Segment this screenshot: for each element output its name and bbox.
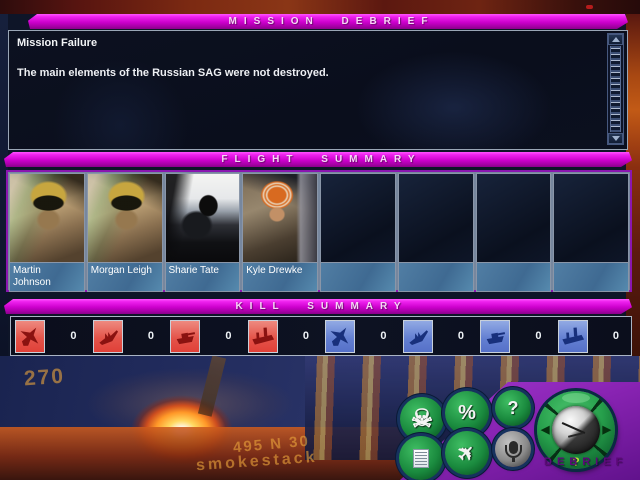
kill-count: 0 <box>303 330 309 342</box>
friendly-vehicle-icon <box>480 320 510 353</box>
pilot-name <box>476 263 552 292</box>
pilot-slot-7 <box>476 173 552 292</box>
flight-summary-title: FLIGHT SUMMARY <box>214 154 421 165</box>
kill-summary-title: KILL SUMMARY <box>228 301 407 312</box>
kill-item-friendly-vehicle: 0 <box>476 317 554 355</box>
question-icon: ? <box>508 398 519 419</box>
screen-name-label: DEBRIEF <box>544 456 640 468</box>
pilot-slot-1[interactable]: Martin Johnson <box>9 173 85 292</box>
flight-summary-panel: Martin Johnson Morgan Leigh Sharie Tate … <box>6 170 632 292</box>
scroll-up-button[interactable] <box>608 34 623 45</box>
pilot-slot-2[interactable]: Morgan Leigh <box>87 173 163 292</box>
scrollbar-track[interactable] <box>610 46 621 132</box>
scroll-down-button[interactable] <box>608 133 623 144</box>
dial-next-arrow-icon[interactable]: ▶ <box>603 423 611 436</box>
globe-icon <box>552 406 600 454</box>
dial-highlight <box>562 393 590 403</box>
empty-portrait <box>398 173 474 263</box>
mission-result-panel: Mission Failure The main elements of the… <box>8 30 628 150</box>
kill-item-enemy-aircraft: 0 <box>11 317 89 355</box>
kill-count: 0 <box>148 330 154 342</box>
pilot-slot-8 <box>553 173 629 292</box>
kill-item-friendly-aircraft: 0 <box>321 317 399 355</box>
dial-previous-arrow-icon[interactable]: ◀ <box>541 423 549 436</box>
report-button[interactable] <box>399 436 443 480</box>
document-icon <box>413 449 429 468</box>
kill-summary-strip: 0 0 0 0 0 <box>10 316 632 356</box>
pilot-name: Morgan Leigh <box>87 263 163 292</box>
skull-icon: ☠ <box>411 404 433 434</box>
pilot-name <box>398 263 474 292</box>
kill-count: 0 <box>380 330 386 342</box>
arrow-down-icon <box>612 136 620 141</box>
kill-item-enemy-ship: 0 <box>89 317 167 355</box>
pilot-name: Sharie Tate <box>165 263 241 292</box>
empty-portrait <box>553 173 629 263</box>
pilot-slot-3[interactable]: Sharie Tate <box>165 173 241 292</box>
enemy-structure-icon <box>248 320 278 353</box>
flight-summary-title-bar: FLIGHT SUMMARY <box>4 152 632 167</box>
pilot-portrait <box>242 173 318 263</box>
kill-item-enemy-vehicle: 0 <box>166 317 244 355</box>
airplane-icon: ✈ <box>452 438 482 468</box>
enemy-aircraft-icon <box>15 320 45 353</box>
kill-count: 0 <box>70 330 76 342</box>
debrief-scrollbar[interactable] <box>607 33 624 145</box>
friendly-structure-icon <box>558 320 588 353</box>
pilot-grid: Martin Johnson Morgan Leigh Sharie Tate … <box>9 173 629 289</box>
pilot-portrait <box>9 173 85 263</box>
mission-result-text: Mission Failure <box>17 37 97 49</box>
kills-button[interactable]: ☠ <box>400 397 444 441</box>
friendly-ship-icon <box>403 320 433 353</box>
mission-detail-text: The main elements of the Russian SAG wer… <box>17 67 329 79</box>
kill-count: 0 <box>458 330 464 342</box>
pilot-portrait <box>87 173 163 263</box>
friendly-aircraft-icon <box>325 320 355 353</box>
pilot-slot-6 <box>398 173 474 292</box>
pilot-name: Kyle Drewke <box>242 263 318 292</box>
background-red-mark <box>586 5 593 9</box>
mission-debrief-title: MISSION DEBRIEF <box>222 16 435 27</box>
score-button[interactable]: % <box>445 391 489 435</box>
mission-debrief-title-bar: MISSION DEBRIEF <box>28 14 628 29</box>
pilot-slot-5 <box>320 173 396 292</box>
kill-item-friendly-structure: 0 <box>554 317 632 355</box>
kill-count: 0 <box>225 330 231 342</box>
empty-portrait <box>476 173 552 263</box>
percent-icon: % <box>458 402 476 425</box>
enemy-vehicle-icon <box>170 320 200 353</box>
pilot-name <box>320 263 396 292</box>
radio-button-disabled <box>495 431 531 467</box>
background-stencil-number: 270 <box>23 365 66 392</box>
pilot-slot-4[interactable]: Kyle Drewke <box>242 173 318 292</box>
pilot-portrait <box>165 173 241 263</box>
kill-item-friendly-ship: 0 <box>399 317 477 355</box>
empty-portrait <box>320 173 396 263</box>
arrow-up-icon <box>612 37 620 42</box>
kill-summary-title-bar: KILL SUMMARY <box>4 299 632 314</box>
mission-debrief-screen: 270 495 N 30 smokestack MISSION DEBRIEF … <box>0 0 640 480</box>
pilot-name: Martin Johnson <box>9 263 85 292</box>
background-top-strip <box>0 0 640 14</box>
kill-count: 0 <box>613 330 619 342</box>
kill-count: 0 <box>535 330 541 342</box>
aircraft-button[interactable]: ✈ <box>445 431 489 475</box>
pilot-name <box>553 263 629 292</box>
kill-item-enemy-structure: 0 <box>244 317 322 355</box>
help-button[interactable]: ? <box>495 390 531 426</box>
enemy-ship-icon <box>93 320 123 353</box>
microphone-icon <box>509 441 518 454</box>
